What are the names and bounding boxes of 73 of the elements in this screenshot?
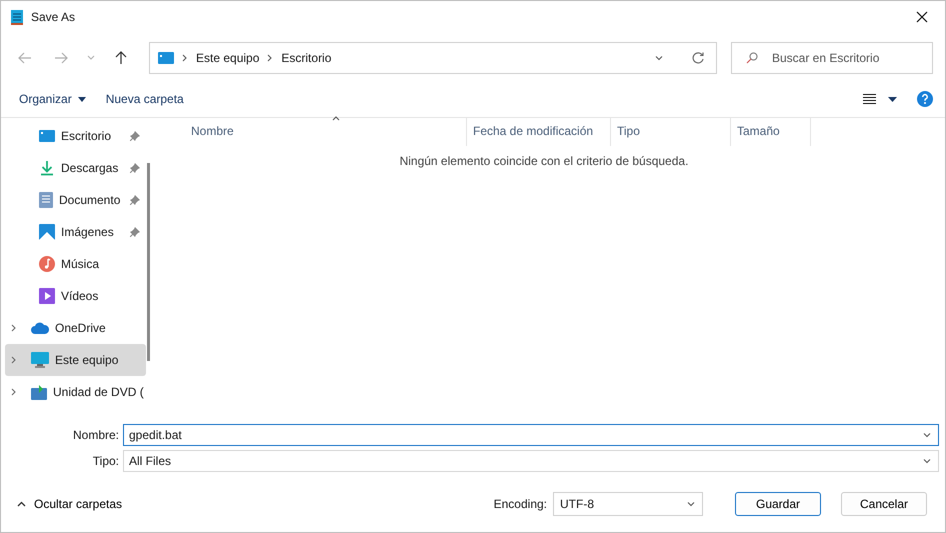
dialog-button[interactable]: Guardar: [735, 492, 821, 516]
hide-folders-button[interactable]: Ocultar carpetas: [13, 493, 126, 515]
sidebar-item[interactable]: Escritorio: [5, 120, 146, 152]
column-header[interactable]: Nombre: [185, 118, 467, 146]
chevron-right-icon: [11, 388, 17, 396]
file-type-dropdown[interactable]: All Files: [123, 450, 939, 472]
sidebar-label: Música: [61, 257, 100, 271]
dropdown-chevron-icon: [654, 53, 664, 63]
sidebar-item[interactable]: Imágenes: [5, 216, 146, 248]
new-folder-button[interactable]: Nueva carpeta: [96, 88, 194, 110]
sidebar-item[interactable]: Música: [5, 248, 146, 280]
column-header[interactable]: Tipo: [611, 118, 731, 146]
music-icon: [39, 256, 55, 272]
sidebar-item[interactable]: Documento: [5, 184, 146, 216]
view-list-icon[interactable]: [863, 94, 876, 104]
sidebar-label: Escritorio: [61, 129, 112, 143]
address-bar[interactable]: Este equipo Escritorio: [149, 42, 717, 74]
monitor-icon: [31, 352, 49, 368]
chevron-up-icon: [17, 501, 26, 507]
notepad-icon: [11, 9, 23, 25]
video-icon: [39, 288, 55, 304]
sidebar-label: Documento: [59, 193, 122, 207]
encoding-label: Encoding:: [494, 497, 547, 511]
breadcrumb[interactable]: Este equipo: [196, 51, 260, 65]
sidebar-item[interactable]: Este equipo: [5, 344, 146, 376]
search-field[interactable]: Buscar en Escritorio: [731, 42, 933, 74]
chevron-right-icon: [11, 324, 17, 332]
file-name-label: Nombre:: [72, 428, 120, 442]
window-title: Save As: [31, 10, 76, 24]
back-arrow-icon: [18, 52, 32, 64]
column-header[interactable]: Fecha de modificación: [467, 118, 611, 146]
file-type-label: Tipo:: [92, 454, 120, 468]
sidebar-item[interactable]: Unidad de DVD (: [5, 376, 146, 408]
sidebar-label: Imágenes: [61, 225, 115, 239]
chevron-right-icon: [267, 54, 274, 62]
sidebar-label: Vídeos: [61, 289, 100, 303]
download-icon: [39, 160, 55, 176]
dropdown-chevron-icon: [922, 430, 932, 440]
sidebar-label: Este equipo: [55, 353, 120, 367]
chevron-right-icon: [11, 356, 17, 364]
sidebar-label: Descargas: [61, 161, 120, 175]
dvd-drive-icon: [31, 384, 47, 400]
up-arrow-icon: [115, 51, 127, 65]
document-icon: [39, 192, 53, 208]
forward-arrow-icon: [54, 52, 68, 64]
caret-icon[interactable]: [888, 96, 897, 102]
refresh-icon[interactable]: [692, 52, 704, 64]
desktop-icon: [39, 129, 55, 143]
picture-icon: [39, 224, 55, 240]
sidebar-item[interactable]: Descargas: [5, 152, 146, 184]
help-icon[interactable]: [917, 91, 933, 107]
sort-caret-icon: [332, 116, 340, 121]
sidebar-label: Unidad de DVD (: [53, 385, 145, 399]
file-name-field[interactable]: gpedit.bat: [123, 424, 939, 446]
empty-message: Ningún elemento coincide con el criterio de búsqueda.: [398, 153, 690, 168]
close-icon: [916, 11, 928, 23]
chevron-down-icon: [87, 55, 95, 61]
column-header[interactable]: Tamaño: [731, 118, 811, 146]
encoding-dropdown[interactable]: UTF-8: [553, 492, 703, 516]
caret-icon: [78, 96, 86, 102]
computer-icon: [158, 52, 174, 64]
chevron-right-icon: [182, 54, 188, 62]
search-icon: [746, 52, 758, 64]
scrollbar-thumb[interactable]: [147, 163, 150, 361]
dropdown-chevron-icon: [686, 499, 696, 509]
dialog-button[interactable]: Cancelar: [841, 492, 927, 516]
sidebar-item[interactable]: OneDrive: [5, 312, 146, 344]
organize-menu-button[interactable]: Organizar: [9, 88, 96, 110]
cloud-icon: [31, 322, 49, 334]
breadcrumb[interactable]: Escritorio: [281, 51, 332, 65]
sidebar-label: OneDrive: [55, 321, 107, 335]
dropdown-chevron-icon: [922, 456, 932, 466]
sidebar-item[interactable]: Vídeos: [5, 280, 146, 312]
